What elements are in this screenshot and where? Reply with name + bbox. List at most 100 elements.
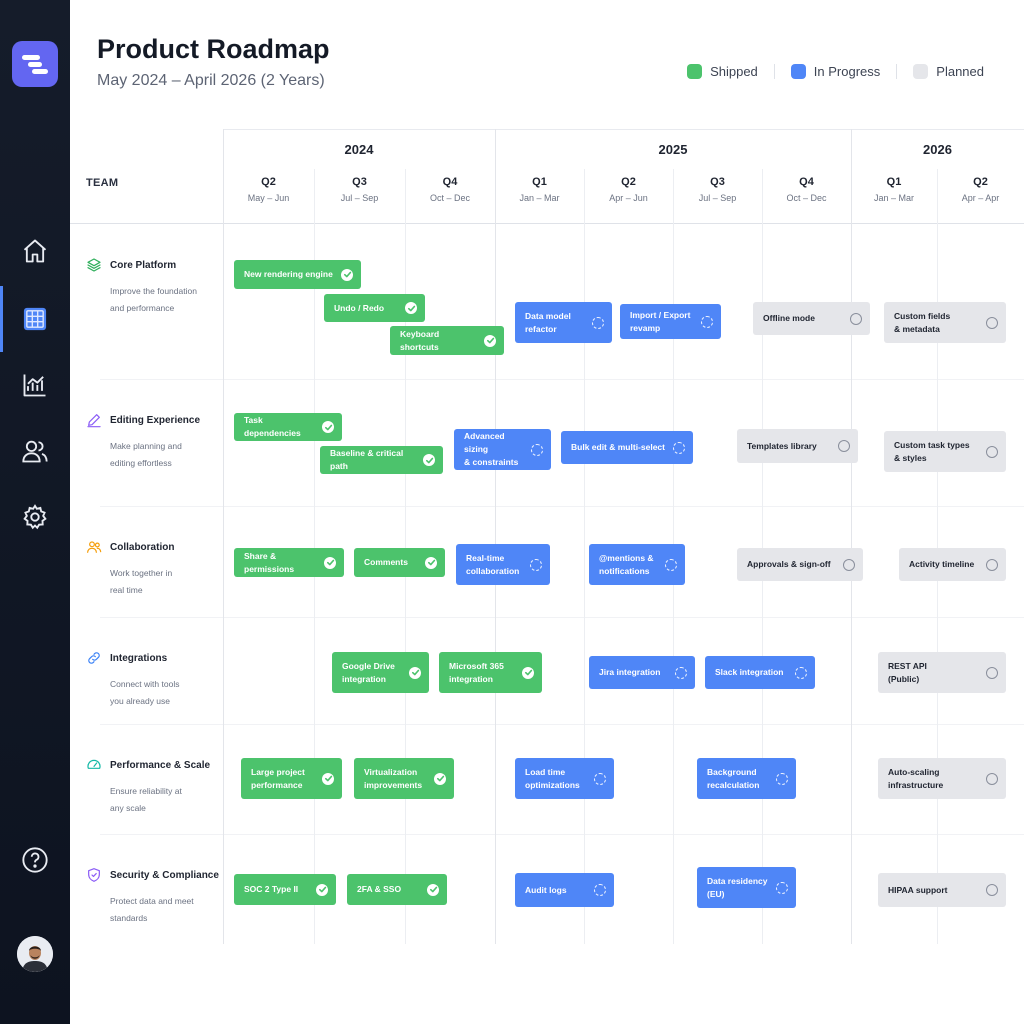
in-progress-icon <box>675 666 687 679</box>
roadmap-item-label: Data model refactor <box>525 310 571 334</box>
quarter-label: Q3 <box>710 176 725 188</box>
team-name-row: Performance & Scale <box>86 757 226 773</box>
quarter-header: Q3 Jul – Sep <box>673 176 762 203</box>
roadmap-item[interactable]: Activity timeline <box>899 548 1006 581</box>
in-progress-icon <box>665 558 677 571</box>
legend-swatch <box>687 64 703 79</box>
roadmap-item[interactable]: REST API (Public) <box>878 652 1006 693</box>
roadmap-item[interactable]: Custom fields & metadata <box>884 302 1006 343</box>
roadmap-item[interactable]: HIPAA support <box>878 873 1006 907</box>
roadmap-item-label: Offline mode <box>763 313 815 323</box>
roadmap-item[interactable]: Real-time collaboration <box>456 544 550 585</box>
in-progress-icon <box>594 884 606 896</box>
roadmap-item[interactable]: Keyboard shortcuts <box>390 326 504 355</box>
roadmap-item-label: REST API (Public) <box>888 660 927 684</box>
roadmap-item[interactable]: Google Drive integration <box>332 652 429 693</box>
row-divider <box>100 724 1024 725</box>
planned-circle-icon <box>986 666 998 679</box>
quarter-label: Q2 <box>621 176 636 188</box>
roadmap-item-label: @mentions & notifications <box>599 552 654 576</box>
roadmap-item[interactable]: Offline mode <box>753 302 870 335</box>
roadmap-item-label: Large project performance <box>251 766 305 790</box>
roadmap-item-label: Import / Export revamp <box>630 309 691 333</box>
roadmap-item[interactable]: Microsoft 365 integration <box>439 652 542 693</box>
roadmap-item[interactable]: Templates library <box>737 429 858 463</box>
roadmap-item-label: Auto-scaling infrastructure <box>888 766 944 790</box>
nav-roadmap[interactable] <box>0 286 70 352</box>
roadmap-item[interactable]: Comments <box>354 548 445 577</box>
year-divider <box>223 129 224 944</box>
roadmap-item[interactable]: Custom task types & styles <box>884 431 1006 472</box>
quarter-label: Q4 <box>799 176 814 188</box>
roadmap-item[interactable]: Import / Export revamp <box>620 304 721 339</box>
roadmap-item-label: Baseline & critical path <box>330 448 404 471</box>
check-icon <box>522 666 534 679</box>
roadmap-item[interactable]: SOC 2 Type II <box>234 874 336 905</box>
roadmap-item-label: Task dependencies <box>244 415 301 438</box>
check-icon <box>409 666 421 679</box>
roadmap-item[interactable]: Load time optimizations <box>515 758 614 799</box>
in-progress-icon <box>594 772 606 785</box>
roadmap-item[interactable]: Data residency (EU) <box>697 867 796 908</box>
legend-swatch <box>790 64 806 79</box>
row-divider <box>100 617 1024 618</box>
roadmap-item-label: Bulk edit & multi-select <box>571 442 665 452</box>
row-divider <box>100 506 1024 507</box>
quarter-label: Q2 <box>261 176 276 188</box>
in-progress-icon <box>701 315 713 328</box>
roadmap-item[interactable]: Task dependencies <box>234 413 342 441</box>
roadmap-item[interactable]: Approvals & sign-off <box>737 548 863 581</box>
roadmap-item[interactable]: Large project performance <box>241 758 342 799</box>
nav-team[interactable] <box>0 421 70 481</box>
roadmap-item[interactable]: Auto-scaling infrastructure <box>878 758 1006 799</box>
grid-divider <box>223 129 1024 130</box>
roadmap-item[interactable]: Advanced sizing & constraints <box>454 429 551 470</box>
team-name: Performance & Scale <box>110 759 211 771</box>
row-divider <box>100 379 1024 380</box>
team-name: Integrations <box>110 652 168 664</box>
roadmap-item[interactable]: Undo / Redo <box>324 294 425 322</box>
help-icon <box>22 847 48 873</box>
roadmap-item[interactable]: Slack integration <box>705 656 815 689</box>
quarter-range: Jul – Sep <box>698 193 737 203</box>
planned-circle-icon <box>986 445 998 458</box>
roadmap-item[interactable]: Virtualization improvements <box>354 758 454 799</box>
roadmap-item-label: Microsoft 365 integration <box>449 660 504 684</box>
roadmap-item-label: Jira integration <box>599 667 661 677</box>
roadmap-item[interactable]: Bulk edit & multi-select <box>561 431 693 464</box>
legend-shipped: Shipped <box>671 64 774 79</box>
roadmap-item[interactable]: 2FA & SSO <box>347 874 447 905</box>
nav-analytics[interactable] <box>0 355 70 415</box>
nav-settings[interactable] <box>0 487 70 547</box>
roadmap-item[interactable]: Background recalculation <box>697 758 796 799</box>
in-progress-icon <box>673 441 685 454</box>
sidebar <box>0 0 70 1024</box>
roadmap-item-label: SOC 2 Type II <box>244 884 299 894</box>
roadmap-item-label: Comments <box>364 557 408 567</box>
roadmap-item[interactable]: Baseline & critical path <box>320 446 443 474</box>
avatar[interactable] <box>17 936 53 972</box>
app-logo[interactable] <box>12 41 58 87</box>
year-label: 2026 <box>923 142 952 157</box>
page-title: Product Roadmap <box>97 34 330 64</box>
quarter-header: Q2 Apr – Apr <box>937 176 1024 203</box>
chart-icon <box>23 374 46 397</box>
roadmap-item-label: Advanced sizing & constraints <box>464 431 519 467</box>
roadmap-item-label: Real-time collaboration <box>466 552 520 576</box>
roadmap-item[interactable]: New rendering engine <box>234 260 361 289</box>
in-progress-icon <box>795 666 807 679</box>
roadmap-item[interactable]: Jira integration <box>589 656 695 689</box>
planned-circle-icon <box>986 316 998 329</box>
people-icon <box>87 541 102 553</box>
roadmap-item[interactable]: Data model refactor <box>515 302 612 343</box>
nav-help[interactable] <box>0 830 70 890</box>
home-icon <box>23 239 47 263</box>
roadmap-item[interactable]: @mentions & notifications <box>589 544 685 585</box>
roadmap-item[interactable]: Audit logs <box>515 873 614 907</box>
quarter-header: Q3 Jul – Sep <box>314 176 405 203</box>
check-icon <box>423 454 435 466</box>
team-column-header: TEAM <box>86 177 119 189</box>
nav-home[interactable] <box>0 221 70 281</box>
in-progress-icon <box>776 772 788 785</box>
roadmap-item[interactable]: Share & permissions <box>234 548 344 577</box>
